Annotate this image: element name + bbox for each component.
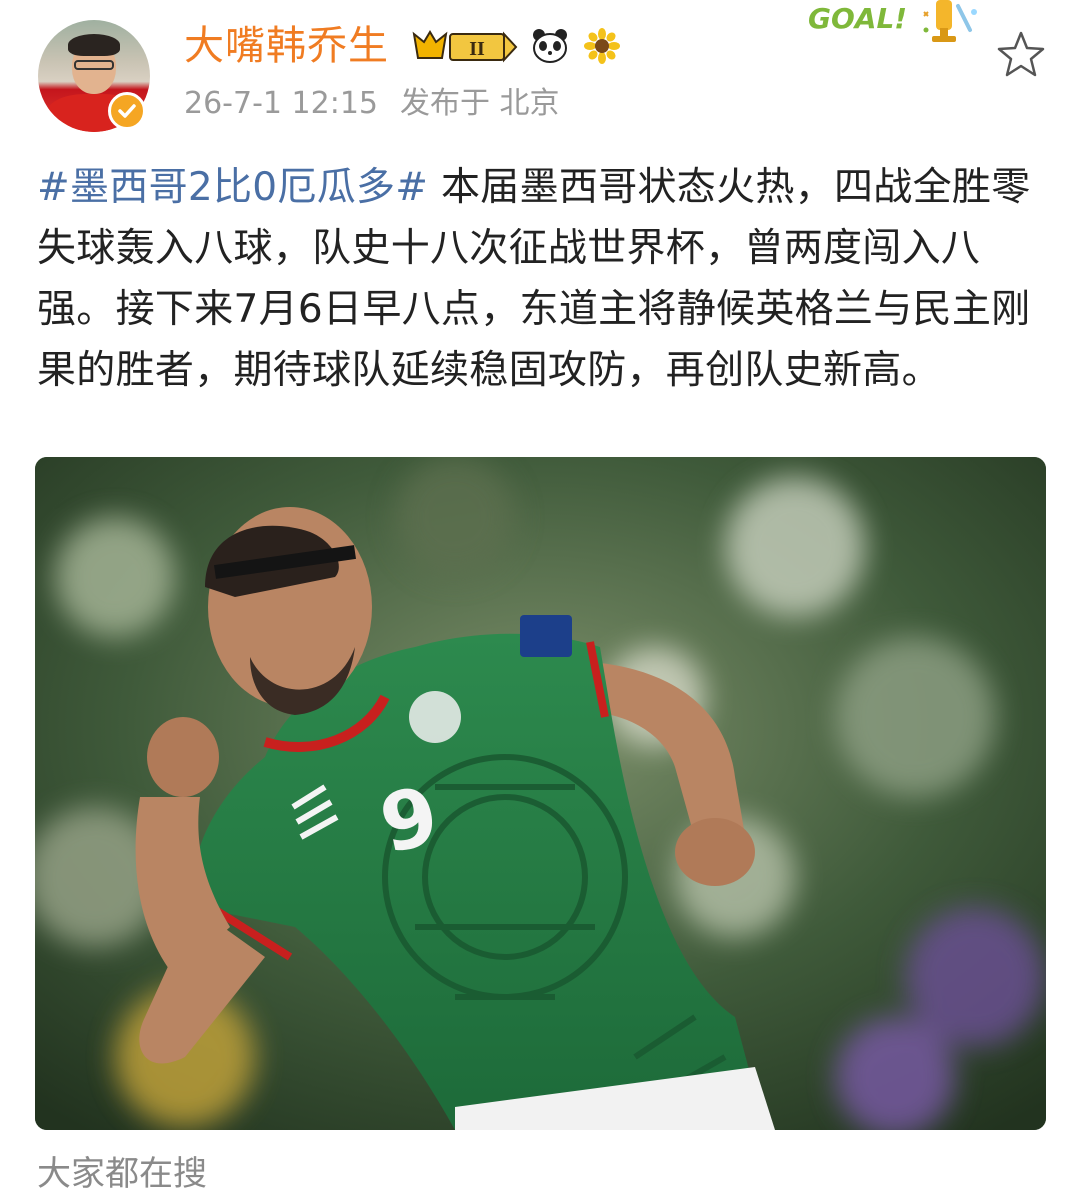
level-badge-text: II [469, 38, 485, 60]
level-badge-icon[interactable]: II [410, 28, 520, 64]
goal-trophy-icon [920, 0, 984, 48]
weibo-post: 大嘴韩乔生 II 26-7-1 12:15 发布于 北京 GOAL! #墨西哥2… [0, 0, 1080, 1194]
sunflower-icon [584, 28, 620, 64]
hashtag-link[interactable]: #墨西哥2比0厄瓜多# [37, 165, 428, 210]
post-content: #墨西哥2比0厄瓜多# 本届墨西哥状态火热，四战全胜零失球轰入八球，队史十八次征… [37, 157, 1047, 401]
goal-decoration-text: GOAL! [808, 2, 908, 35]
panda-icon [530, 26, 570, 66]
author-name[interactable]: 大嘴韩乔生 [184, 22, 389, 70]
post-location: 发布于 北京 [400, 86, 560, 121]
search-section-label: 大家都在搜 [37, 1154, 207, 1194]
post-date: 26-7-1 12:15 [184, 86, 378, 121]
post-image[interactable]: 9 [35, 457, 1046, 1130]
verified-icon [108, 92, 146, 130]
post-meta: 26-7-1 12:15 发布于 北京 [184, 84, 560, 124]
star-icon[interactable] [994, 28, 1048, 82]
